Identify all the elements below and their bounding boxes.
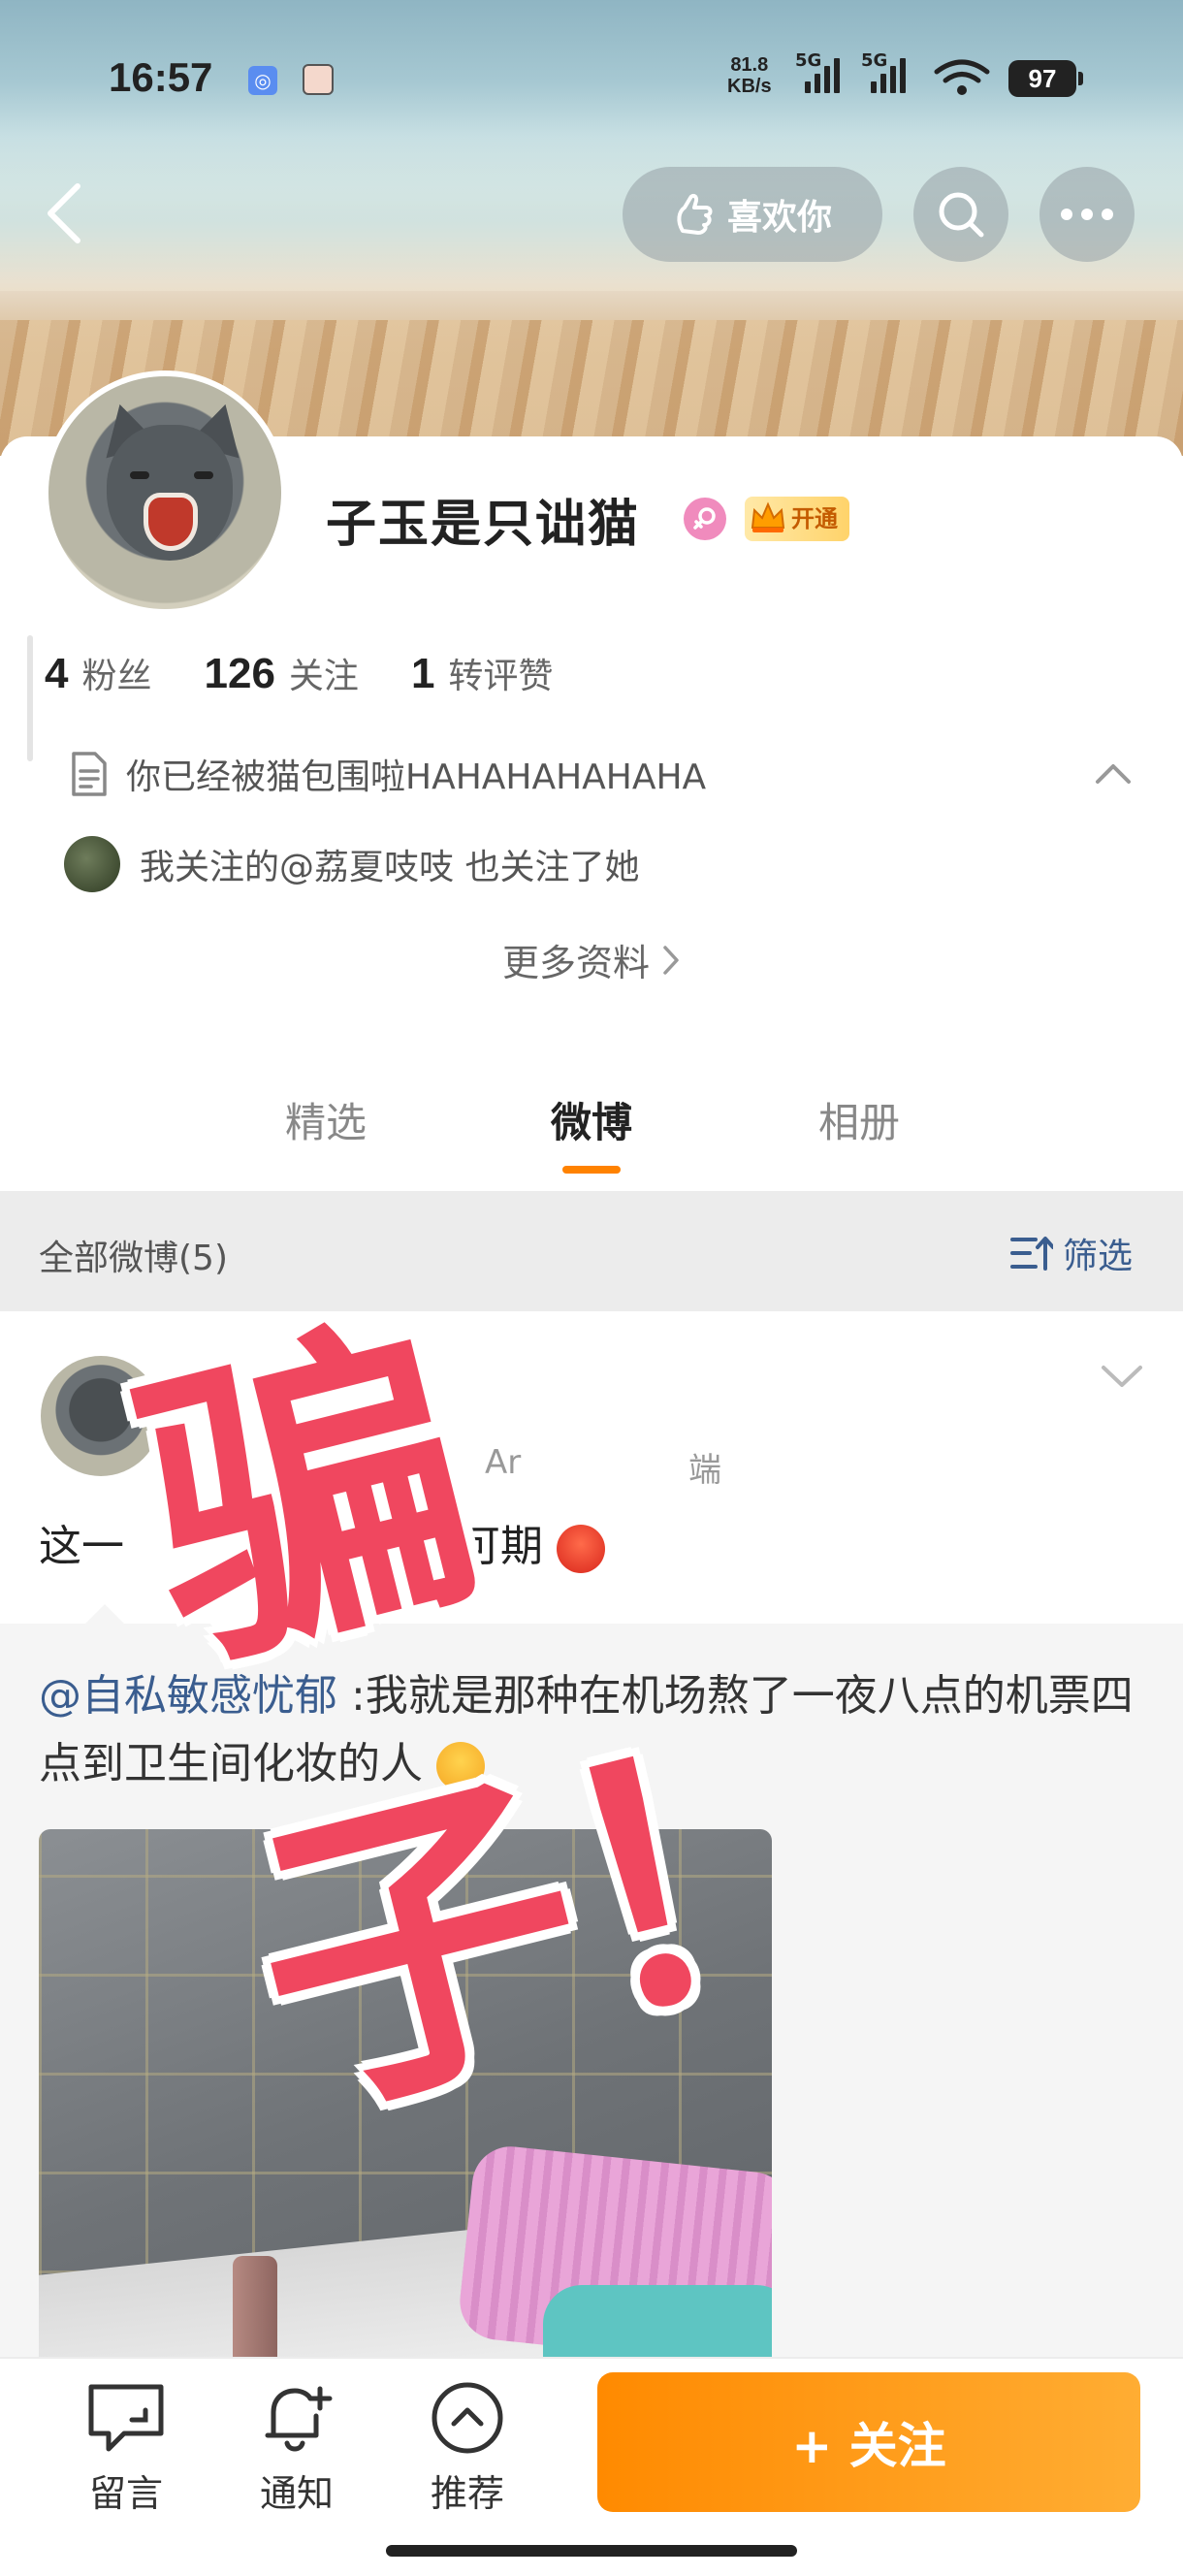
network-speed: 81.8 KB/s — [727, 54, 772, 97]
more-options-button[interactable] — [1039, 167, 1135, 262]
stat-label: 关注 — [288, 657, 359, 696]
feed-count: 全部微博(5) — [39, 1239, 228, 1278]
signal-icon-sim2: 5G — [861, 50, 906, 93]
chevron-up-icon[interactable] — [1094, 762, 1133, 786]
chevron-down-icon[interactable] — [1100, 1364, 1144, 1391]
app-notification-icon: ◎ — [248, 66, 277, 95]
hand-heart-icon — [677, 193, 713, 235]
comment-button[interactable]: 留言 — [68, 2378, 184, 2517]
smirk-emoji-icon — [436, 1742, 485, 1790]
profile-stats: 4 粉丝 126 关注 1 转评赞 — [45, 648, 605, 698]
search-icon — [939, 192, 984, 238]
avatar[interactable] — [43, 370, 287, 615]
follow-button[interactable]: + 关注 — [597, 2372, 1140, 2512]
mutual-avatar — [64, 836, 120, 892]
status-time: 16:57 — [109, 54, 213, 100]
post-meta-device-partial: 端 — [688, 1451, 721, 1490]
network-speed-unit: KB/s — [727, 76, 772, 97]
stat-label: 粉丝 — [81, 657, 152, 696]
stat-following[interactable]: 126 关注 — [205, 648, 359, 698]
home-indicator[interactable] — [386, 2545, 797, 2557]
bio-row: 你已经被猫包围啦HAHAHAHAHAHA — [70, 749, 706, 799]
notify-button[interactable]: 通知 — [239, 2378, 355, 2517]
sim2-label: 5G — [861, 50, 888, 71]
post-meta-source-partial: Ar — [485, 1443, 522, 1482]
recommend-button[interactable]: 推荐 — [409, 2378, 526, 2517]
app-avatar-notification-icon — [303, 64, 334, 95]
stat-followers[interactable]: 4 粉丝 — [45, 648, 152, 698]
chevron-left-icon — [48, 183, 80, 243]
post-text: 这一 来可期 — [39, 1511, 605, 1573]
chevron-up-circle-icon — [432, 2382, 503, 2454]
bio-text: 你已经被猫包围啦HAHAHAHAHAHA — [126, 757, 707, 797]
post-meta: Ar 端 — [485, 1443, 721, 1490]
more-dots-icon — [1061, 209, 1113, 220]
search-button[interactable] — [913, 167, 1008, 262]
bell-icon — [265, 2386, 333, 2452]
more-info-link[interactable]: 更多资料 — [0, 933, 1183, 986]
comment-label: 留言 — [88, 2472, 163, 2515]
angry-emoji-icon — [557, 1525, 605, 1573]
profile-tabs: 精选 微博 相册 — [0, 1077, 1183, 1174]
username: 子玉是只诎猫 — [326, 496, 641, 554]
wifi-icon — [934, 59, 990, 95]
network-speed-value: 81.8 — [730, 54, 769, 76]
like-you-label: 喜欢你 — [726, 198, 832, 238]
tab-album[interactable]: 相册 — [818, 1090, 900, 1149]
filter-button[interactable]: 筛选 — [1010, 1228, 1133, 1278]
filter-label: 筛选 — [1063, 1237, 1134, 1276]
mutual-follow-text: 我关注的@荔夏吱吱 也关注了她 — [140, 848, 640, 887]
weibo-post[interactable]: Ar 端 这一 来可期 @自私敏感忧郁 :我就是那种在机场熬了一夜八点的机票四点到… — [0, 1311, 1183, 2380]
post-text-end: 来可期 — [415, 1522, 543, 1571]
signal-icon-sim1: 5G — [795, 50, 840, 93]
mutual-follow-row[interactable]: 我关注的@荔夏吱吱 也关注了她 — [64, 836, 639, 892]
document-icon — [72, 752, 107, 796]
vip-badge[interactable]: 开通 — [745, 497, 849, 541]
crown-icon — [751, 501, 785, 532]
female-gender-icon — [684, 498, 726, 540]
stat-value: 126 — [204, 650, 275, 697]
chevron-right-icon — [663, 945, 679, 975]
sim1-label: 5G — [795, 50, 822, 71]
back-button[interactable] — [35, 175, 93, 252]
vip-badge-label: 开通 — [791, 505, 838, 532]
message-icon — [88, 2384, 164, 2452]
more-info-label: 更多资料 — [501, 942, 650, 984]
active-tab-indicator — [562, 1166, 621, 1174]
tab-featured[interactable]: 精选 — [285, 1090, 367, 1149]
post-author-avatar[interactable] — [41, 1356, 161, 1476]
stat-value: 4 — [45, 650, 69, 697]
stat-value: 1 — [410, 650, 435, 697]
stats-divider — [27, 635, 33, 761]
stat-reposts-likes[interactable]: 1 转评赞 — [411, 648, 554, 698]
bottom-toolbar: 留言 通知 推荐 + 关注 — [0, 2357, 1183, 2576]
like-you-button[interactable]: 喜欢你 — [623, 167, 882, 262]
tab-weibo[interactable]: 微博 — [551, 1090, 632, 1149]
stat-label: 转评赞 — [448, 657, 554, 696]
reposted-content[interactable]: @自私敏感忧郁 :我就是那种在机场熬了一夜八点的机票四点到卫生间化妆的人 — [0, 1604, 1183, 2380]
repost-mention-link[interactable]: @自私敏感忧郁 — [39, 1671, 337, 1721]
repost-image[interactable] — [39, 1829, 772, 2372]
recommend-label: 推荐 — [430, 2472, 504, 2515]
post-text-start: 这一 — [39, 1522, 124, 1571]
filter-icon — [1010, 1237, 1053, 1271]
notify-label: 通知 — [259, 2472, 334, 2515]
feed-header: 全部微博(5) 筛选 — [0, 1191, 1183, 1311]
battery-indicator: 97 — [1008, 60, 1083, 97]
status-bar: 16:57 ◎ 81.8 KB/s 5G 5G 97 — [0, 39, 1183, 126]
repost-text: @自私敏感忧郁 :我就是那种在机场熬了一夜八点的机票四点到卫生间化妆的人 — [39, 1662, 1144, 1798]
